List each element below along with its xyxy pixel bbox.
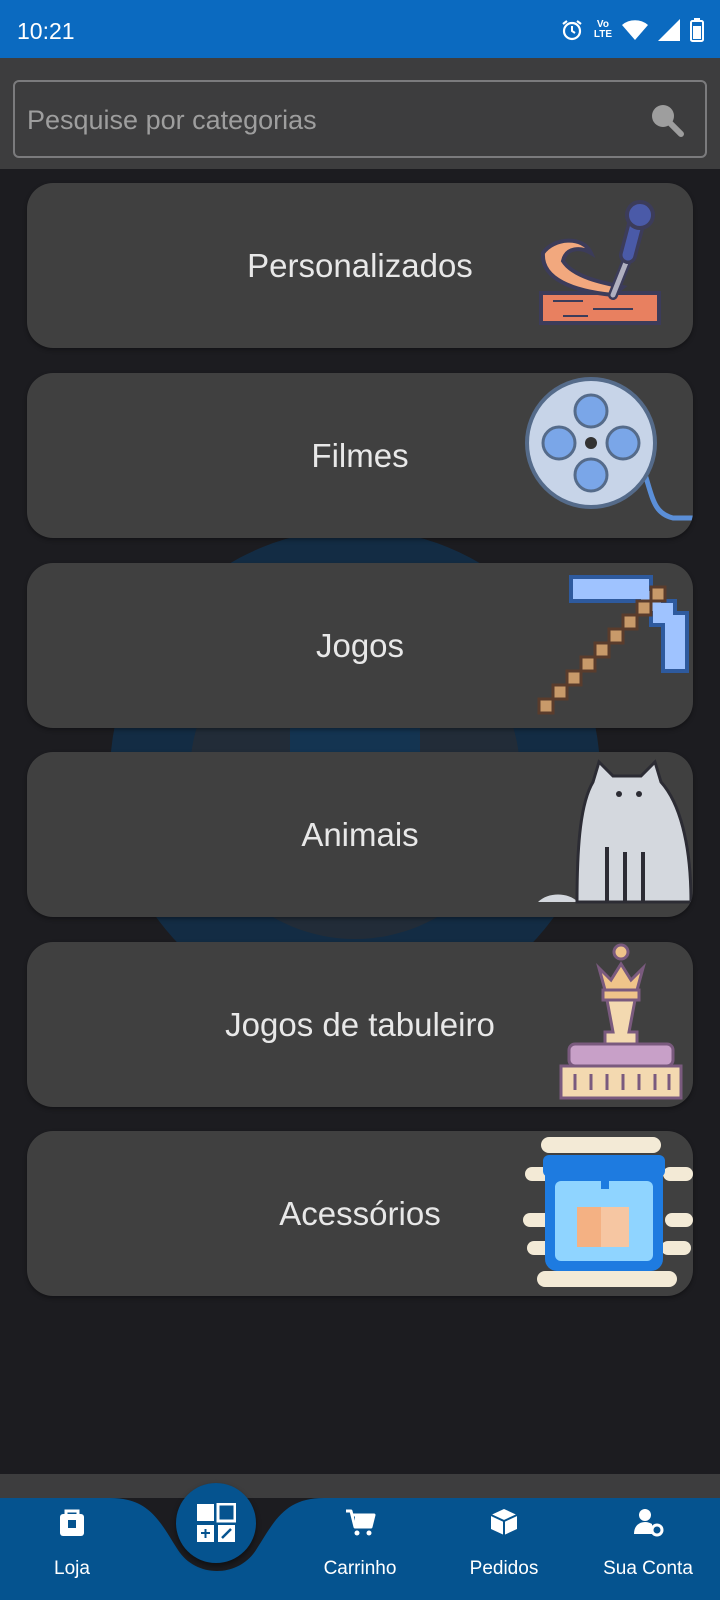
pixel-pickaxe-icon bbox=[537, 575, 689, 715]
category-list: Personalizados Filmes Jogos Animais Jogo… bbox=[0, 169, 720, 1474]
category-card-jogos-de-tabuleiro[interactable]: Jogos de tabuleiro bbox=[27, 942, 693, 1107]
store-bag-icon bbox=[60, 1509, 84, 1536]
categories-grid-icon bbox=[197, 1503, 236, 1542]
status-bar: 10:21 Vo LTE bbox=[0, 0, 720, 58]
nav-item-carrinho[interactable]: Carrinho bbox=[300, 1502, 420, 1596]
category-card-filmes[interactable]: Filmes bbox=[27, 373, 693, 538]
alarm-icon bbox=[562, 20, 582, 41]
nav-label: Loja bbox=[54, 1558, 90, 1579]
status-icons: Vo LTE bbox=[560, 15, 704, 45]
search-box[interactable] bbox=[13, 80, 707, 158]
film-reel-icon bbox=[525, 377, 693, 521]
status-time: 10:21 bbox=[17, 18, 75, 44]
search-bar-area bbox=[0, 58, 720, 169]
cart-icon bbox=[346, 1509, 376, 1536]
nav-label: Pedidos bbox=[469, 1558, 539, 1579]
woodcarving-icon bbox=[539, 200, 661, 325]
wifi-icon bbox=[622, 20, 648, 40]
account-settings-icon bbox=[634, 1509, 664, 1537]
lte-label: LTE bbox=[593, 29, 612, 40]
nav-label: Sua Conta bbox=[603, 1558, 693, 1579]
volte-lte-icon: Vo LTE bbox=[594, 20, 612, 40]
categories-fab-button[interactable] bbox=[176, 1483, 256, 1563]
nav-item-sua-conta[interactable]: Sua Conta bbox=[588, 1502, 708, 1596]
category-card-animais[interactable]: Animais bbox=[27, 752, 693, 917]
chess-king-icon bbox=[559, 943, 683, 1100]
search-input[interactable] bbox=[27, 102, 627, 138]
category-card-personalizados[interactable]: Personalizados bbox=[27, 183, 693, 348]
cat-icon bbox=[538, 759, 693, 904]
nav-item-loja[interactable]: Loja bbox=[12, 1502, 132, 1596]
package-icon bbox=[490, 1509, 518, 1535]
3d-printer-icon bbox=[523, 1137, 693, 1287]
nav-label: Carrinho bbox=[323, 1558, 397, 1579]
signal-icon bbox=[658, 19, 680, 41]
search-icon[interactable] bbox=[649, 102, 685, 138]
category-card-jogos[interactable]: Jogos bbox=[27, 563, 693, 728]
nav-item-pedidos[interactable]: Pedidos bbox=[444, 1502, 564, 1596]
battery-icon bbox=[690, 18, 704, 42]
bottom-navigation: Loja Carrinho Pedidos Sua Conta bbox=[0, 1474, 720, 1600]
category-card-acessorios[interactable]: Acessórios bbox=[27, 1131, 693, 1296]
